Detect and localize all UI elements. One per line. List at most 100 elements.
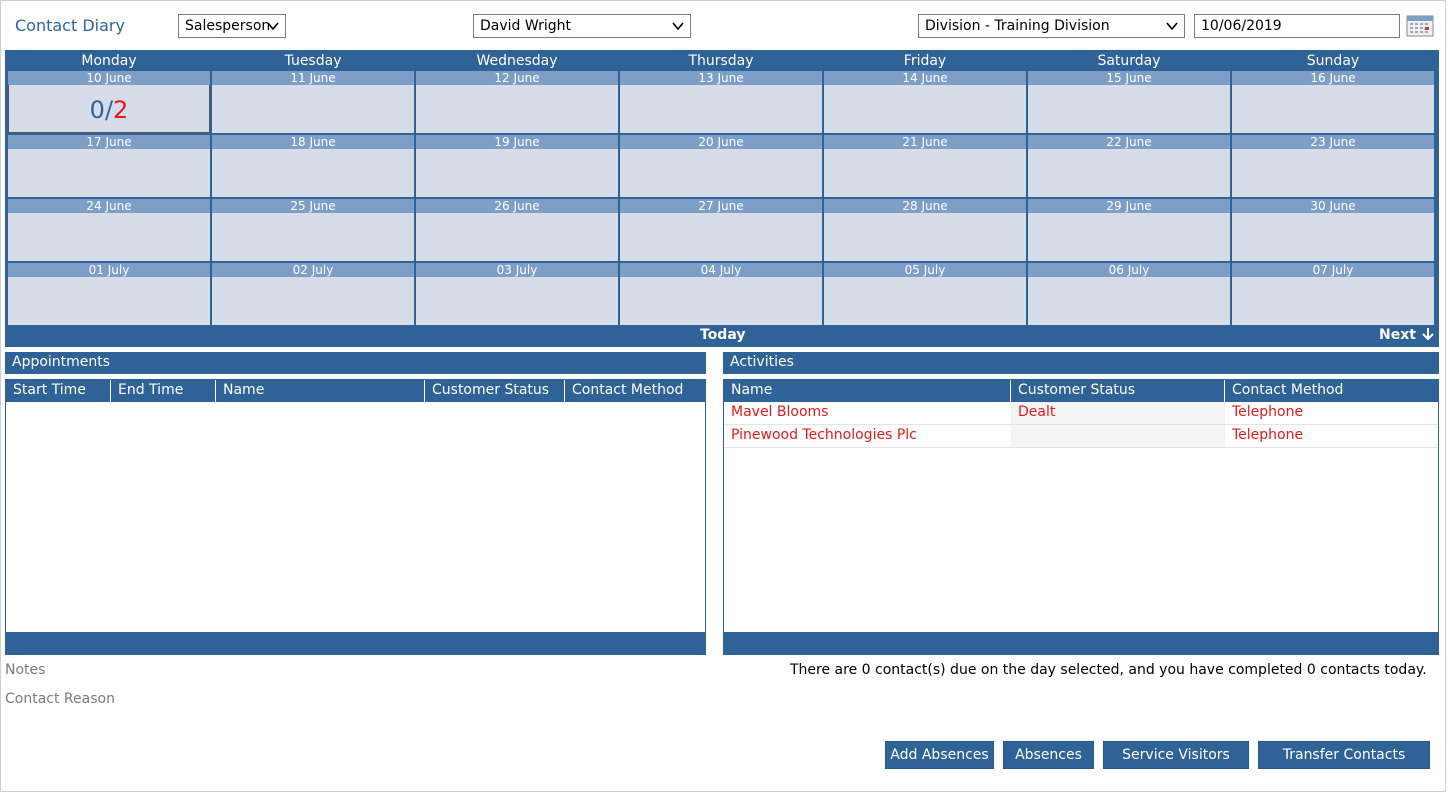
calendar-day-cell[interactable]: 01 July (8, 263, 210, 325)
calendar-date-label: 27 June (620, 199, 822, 213)
calendar-day-cell[interactable]: 26 June (416, 199, 618, 261)
calendar-day-cell[interactable]: 29 June (1028, 199, 1230, 261)
next-button[interactable]: Next (1379, 327, 1435, 343)
salesperson-select[interactable]: David Wright (473, 14, 691, 38)
day-header-sunday: Sunday (1306, 53, 1360, 69)
calendar-date-label: 26 June (416, 199, 618, 213)
calendar-day-cell[interactable]: 27 June (620, 199, 822, 261)
calendar-day-cell[interactable]: 15 June (1028, 71, 1230, 133)
calendar-day-cell[interactable]: 04 July (620, 263, 822, 325)
table-row[interactable]: Mavel Blooms Dealt Telephone (724, 402, 1438, 425)
appointments-footer (6, 632, 705, 654)
calendar-date-label: 24 June (8, 199, 210, 213)
calendar-day-cell[interactable]: 02 July (212, 263, 414, 325)
calendar-date-label: 05 July (824, 263, 1026, 277)
calendar-date-label: 25 June (212, 199, 414, 213)
today-button[interactable]: Today (700, 327, 745, 343)
calendar-day-cell[interactable]: 06 July (1028, 263, 1230, 325)
calendar-day-cell[interactable]: 10 June 0/2 (8, 71, 210, 133)
calendar-day-cell[interactable]: 16 June (1232, 71, 1434, 133)
filter-type-value: Salesperson (185, 18, 271, 34)
column-header[interactable]: Name (724, 380, 1011, 402)
calendar-day-cell[interactable]: 03 July (416, 263, 618, 325)
day-header-tuesday: Tuesday (284, 53, 342, 69)
calendar-day-cell[interactable]: 17 June (8, 135, 210, 197)
calendar-day-cell[interactable]: 22 June (1028, 135, 1230, 197)
calendar-day-cell[interactable]: 05 July (824, 263, 1026, 325)
calendar-day-cell[interactable]: 07 July (1232, 263, 1434, 325)
calendar-day-cell[interactable]: 25 June (212, 199, 414, 261)
calendar-grid: Today Next Monday Tuesday Wednesday Thursda… (5, 50, 1439, 347)
chevron-down-icon (267, 22, 279, 31)
absences-button[interactable]: Absences (1003, 741, 1094, 769)
date-input[interactable]: 10/06/2019 (1194, 14, 1400, 38)
calendar-date-label: 02 July (212, 263, 414, 277)
table-cell: Dealt (1011, 402, 1225, 424)
chevron-down-icon (1166, 22, 1178, 31)
calendar-day-cell[interactable]: 19 June (416, 135, 618, 197)
calendar-date-label: 11 June (212, 71, 414, 85)
calendar-date-label: 15 June (1028, 71, 1230, 85)
table-row[interactable]: Pinewood Technologies Plc Telephone (724, 425, 1438, 448)
add-absences-button[interactable]: Add Absences (885, 741, 994, 769)
calendar-date-label: 28 June (824, 199, 1026, 213)
calendar-day-cell[interactable]: 12 June (416, 71, 618, 133)
calendar-day-cell[interactable]: 18 June (212, 135, 414, 197)
appointments-header: Start Time End Time Name Customer Status Con… (6, 380, 705, 402)
transfer-contacts-button[interactable]: Transfer Contacts (1258, 741, 1430, 769)
next-label: Next (1379, 327, 1416, 343)
calendar-day-cell[interactable]: 13 June (620, 71, 822, 133)
column-header[interactable]: Customer Status (425, 380, 565, 402)
calendar-date-label: 23 June (1232, 135, 1434, 149)
calendar-day-cell[interactable]: 28 June (824, 199, 1026, 261)
calendar-date-label: 19 June (416, 135, 618, 149)
column-header[interactable]: Contact Method (565, 380, 705, 402)
status-message: There are 0 contact(s) due on the day se… (790, 662, 1427, 678)
count-done: 0 (89, 96, 105, 124)
contact-count: 0/2 (8, 96, 210, 124)
calendar-date-label: 07 July (1232, 263, 1434, 277)
calendar-date-label: 06 July (1028, 263, 1230, 277)
contact-reason-label: Contact Reason (5, 691, 115, 707)
calendar-date-label: 14 June (824, 71, 1026, 85)
table-cell: Telephone (1232, 427, 1304, 443)
column-header[interactable]: End Time (111, 380, 216, 402)
column-header[interactable]: Contact Method (1225, 380, 1438, 402)
calendar-date-label: 22 June (1028, 135, 1230, 149)
calendar-date-label: 16 June (1232, 71, 1434, 85)
arrow-down-icon (1422, 328, 1434, 341)
column-header[interactable]: Customer Status (1011, 380, 1225, 402)
calendar-day-cell[interactable]: 23 June (1232, 135, 1434, 197)
column-header[interactable]: Start Time (6, 380, 111, 402)
calendar-day-cell[interactable]: 24 June (8, 199, 210, 261)
calendar-date-label: 01 July (8, 263, 210, 277)
calendar-date-label: 17 June (8, 135, 210, 149)
table-cell: Telephone (1232, 404, 1304, 420)
column-header[interactable]: Name (216, 380, 425, 402)
calendar-day-cell[interactable]: 20 June (620, 135, 822, 197)
calendar-date-label: 18 June (212, 135, 414, 149)
notes-label: Notes (5, 662, 46, 678)
calendar-date-label: 12 June (416, 71, 618, 85)
day-header-wednesday: Wednesday (476, 53, 558, 69)
table-cell (1011, 425, 1225, 447)
division-select[interactable]: Division - Training Division (918, 14, 1185, 38)
calendar-date-label: 29 June (1028, 199, 1230, 213)
activities-table: Name Customer Status Contact Method Mavel … (723, 379, 1439, 655)
calendar-day-cell[interactable]: 14 June (824, 71, 1026, 133)
day-header-saturday: Saturday (1097, 53, 1161, 69)
calendar-icon[interactable] (1406, 15, 1434, 37)
calendar-day-cell[interactable]: 30 June (1232, 199, 1434, 261)
chevron-down-icon (672, 22, 684, 31)
day-header-monday: Monday (81, 53, 137, 69)
appointments-title: Appointments (5, 352, 706, 374)
filter-type-select[interactable]: Salesperson (178, 14, 286, 38)
calendar-day-cell[interactable]: 21 June (824, 135, 1026, 197)
service-visitors-button[interactable]: Service Visitors (1103, 741, 1249, 769)
calendar-date-label: 20 June (620, 135, 822, 149)
day-header-thursday: Thursday (688, 53, 754, 69)
calendar-day-cell[interactable]: 11 June (212, 71, 414, 133)
activities-title: Activities (723, 352, 1439, 374)
count-separator: / (104, 96, 114, 124)
calendar-date-label: 13 June (620, 71, 822, 85)
